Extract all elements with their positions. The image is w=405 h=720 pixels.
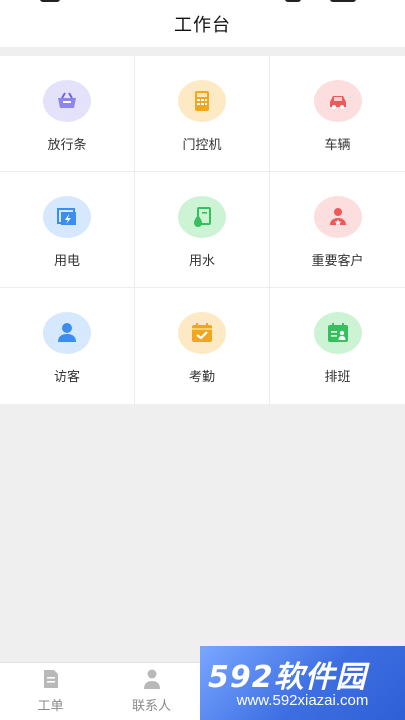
electricity-icon xyxy=(43,196,91,238)
grid-item-vip-customers[interactable]: 重要客户 xyxy=(270,172,405,288)
water-icon xyxy=(178,196,226,238)
grid-item-label: 车辆 xyxy=(324,138,351,153)
grid-item-water[interactable]: 用水 xyxy=(135,172,270,288)
document-icon xyxy=(43,670,58,688)
grid-item-label: 门控机 xyxy=(182,138,222,153)
tab-label: 联系人 xyxy=(131,699,171,714)
status-bar-fragment xyxy=(330,0,356,2)
status-bar-fragment xyxy=(40,0,60,2)
tab-label: 工单 xyxy=(37,699,64,714)
attendance-icon xyxy=(178,312,226,354)
keypad-icon xyxy=(178,80,226,122)
grid-item-label: 放行条 xyxy=(47,138,87,153)
grid-item-door-controller[interactable]: 门控机 xyxy=(135,56,270,172)
page-title: 工作台 xyxy=(174,14,231,36)
schedule-icon xyxy=(313,312,362,354)
watermark-url: www.592xiazai.com xyxy=(236,692,369,709)
workbench-grid: 放行条 门控机 车辆 用电 用水 重要客户 访客 考勤 排班 xyxy=(0,56,405,404)
grid-item-label: 访客 xyxy=(53,370,80,385)
tab-contacts[interactable]: 联系人 xyxy=(101,663,202,720)
grid-item-release-slip[interactable]: 放行条 xyxy=(0,56,135,172)
grid-item-label: 重要客户 xyxy=(311,254,364,269)
grid-item-scheduling[interactable]: 排班 xyxy=(270,288,405,404)
tab-work-orders[interactable]: 工单 xyxy=(0,663,101,720)
car-icon xyxy=(313,80,362,122)
grid-item-attendance[interactable]: 考勤 xyxy=(135,288,270,404)
grid-item-vehicles[interactable]: 车辆 xyxy=(270,56,405,172)
vip-customer-icon xyxy=(313,196,362,238)
person-icon xyxy=(143,669,160,689)
watermark-logo-text: 592软件园 xyxy=(208,660,367,695)
header-bar: 工作台 xyxy=(0,0,405,47)
site-watermark: 592软件园 www.592xiazai.com xyxy=(200,646,405,720)
grid-item-label: 考勤 xyxy=(188,370,215,385)
grid-item-label: 用电 xyxy=(53,254,80,269)
basket-icon xyxy=(43,80,91,122)
grid-item-label: 用水 xyxy=(188,254,215,269)
grid-item-electricity[interactable]: 用电 xyxy=(0,172,135,288)
grid-item-visitors[interactable]: 访客 xyxy=(0,288,135,404)
visitor-icon xyxy=(43,312,91,354)
grid-item-label: 排班 xyxy=(324,370,351,385)
status-bar-fragment xyxy=(285,0,301,2)
